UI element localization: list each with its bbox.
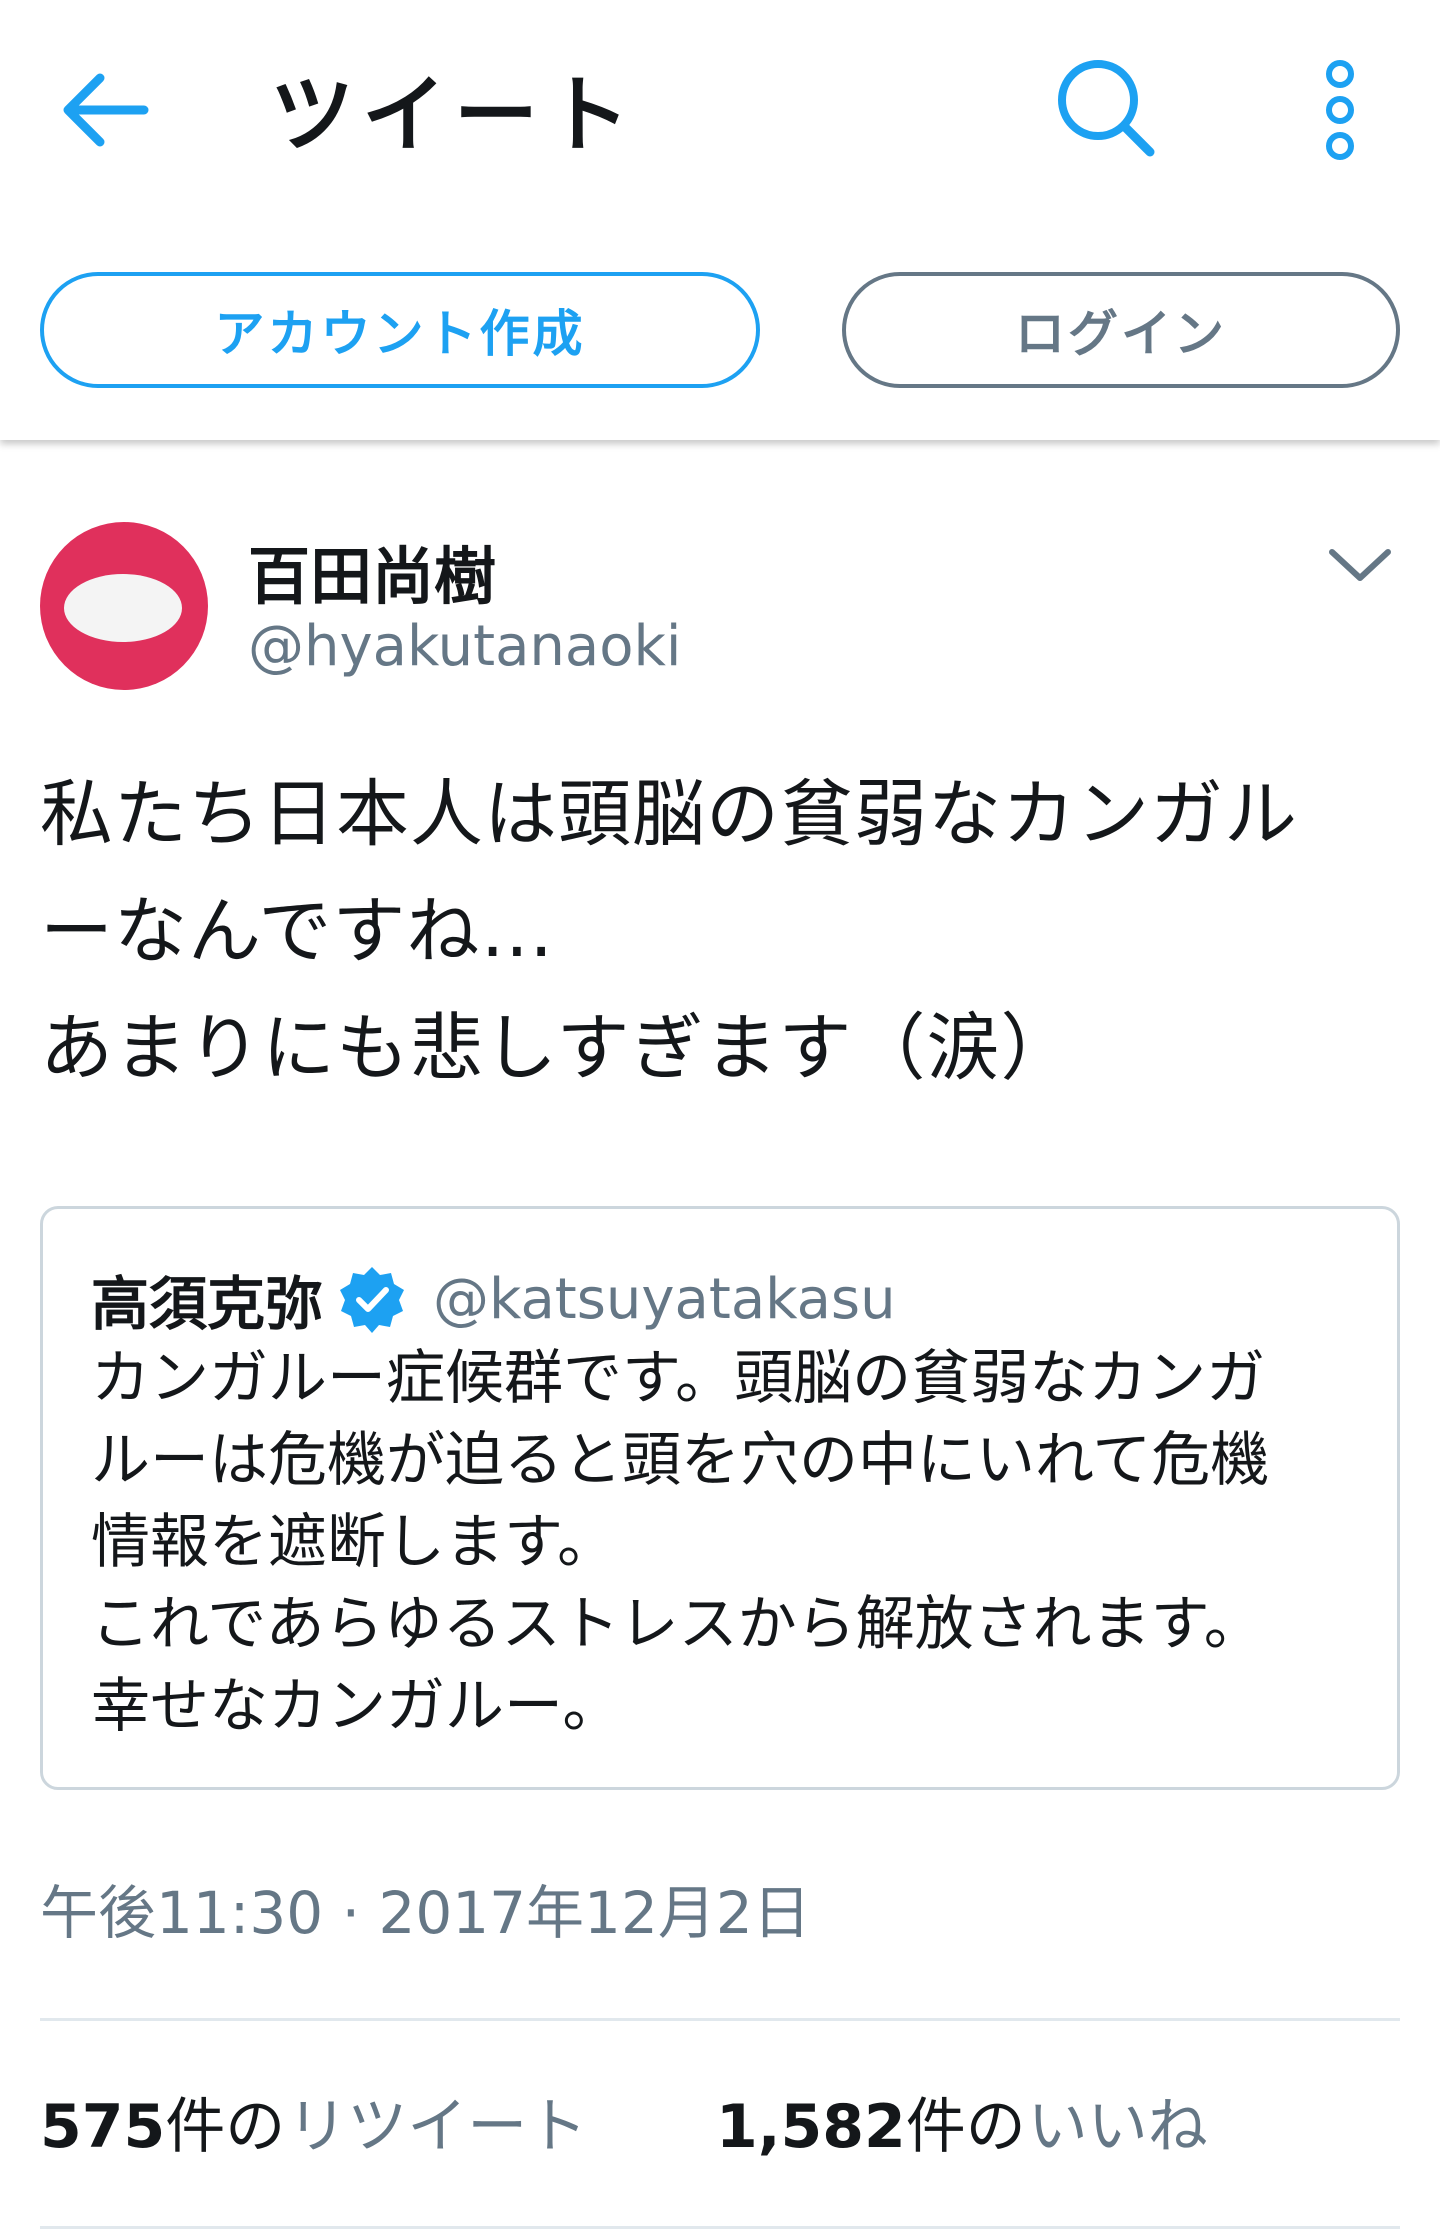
like-count: 1,582 [716, 2092, 906, 2162]
retweet-count: 575 [40, 2092, 166, 2162]
quoted-author-name: 高須克弥 [91, 1270, 324, 1338]
login-button[interactable]: ログイン [842, 272, 1400, 388]
create-account-button[interactable]: アカウント作成 [40, 272, 760, 388]
page-title: ツイート [270, 66, 639, 164]
tweet-timestamp[interactable]: 午後11:30 · 2017年12月2日 [40, 1866, 811, 1950]
quoted-tweet[interactable]: 高須克弥 @katsuyatakasu カンガルー症候群です。頭脳の貧弱なカンガ… [40, 1206, 1400, 1790]
like-label: いいね [1027, 2092, 1208, 2162]
retweet-label: リツイート [287, 2092, 588, 2162]
like-count-link[interactable]: 1,582 件の いいね [716, 2078, 1208, 2165]
avatar[interactable] [40, 522, 208, 690]
more-vertical-icon[interactable] [1300, 56, 1380, 166]
top-bar: ツイート アカウント作成 ログイン [0, 0, 1440, 440]
avatar-image [64, 574, 182, 642]
quoted-author-handle: @katsuyatakasu [433, 1266, 896, 1332]
divider [40, 2018, 1400, 2021]
tweet-stats: 575 件の リツイート 1,582 件の いいね [40, 2078, 1400, 2162]
retweet-count-unit: 件の [165, 2092, 286, 2162]
author-name[interactable]: 百田尚樹 [248, 526, 496, 616]
divider [40, 2226, 1400, 2229]
quoted-tweet-header: 高須克弥 @katsuyatakasu [91, 1257, 896, 1341]
quoted-tweet-text: カンガルー症候群です。頭脳の貧弱なカンガ ルーは危機が迫ると頭を穴の中にいれて危… [91, 1343, 1270, 1740]
back-arrow-icon[interactable] [52, 60, 162, 160]
author-handle[interactable]: @hyakutanaoki [248, 614, 681, 679]
chevron-down-icon[interactable] [1320, 530, 1400, 600]
verified-badge-icon [340, 1267, 405, 1333]
search-icon[interactable] [1050, 52, 1160, 162]
retweet-count-link[interactable]: 575 件の リツイート [40, 2078, 587, 2165]
tweet-text: 私たち日本人は頭脳の貧弱なカンガル ーなんですね… あまりにも悲しすぎます（涙） [40, 772, 1298, 1091]
like-count-unit: 件の [905, 2092, 1026, 2162]
